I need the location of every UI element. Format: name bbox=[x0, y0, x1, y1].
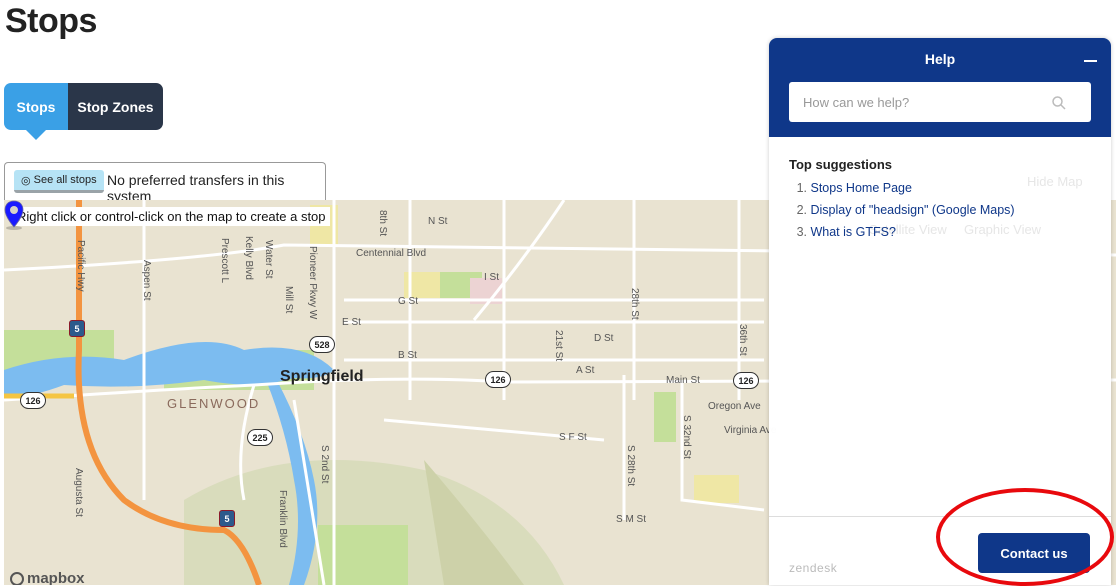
help-title: Help bbox=[924, 51, 956, 67]
map-hint: Right click or control-click on the map … bbox=[13, 207, 330, 226]
see-all-stops-button[interactable]: ◎ See all stops bbox=[14, 170, 104, 193]
street-label: Aspen St bbox=[141, 260, 152, 301]
search-icon[interactable] bbox=[1052, 96, 1066, 110]
street-label: Centennial Blvd bbox=[356, 248, 427, 259]
street-label: A St bbox=[576, 365, 595, 376]
street-label: G St bbox=[398, 296, 419, 307]
mapbox-logo-icon bbox=[10, 571, 24, 585]
mapbox-attribution[interactable]: mapbox bbox=[10, 570, 85, 585]
interstate-shield: 5 bbox=[219, 510, 235, 527]
suggestion-number: 1. bbox=[796, 181, 807, 195]
street-label: 28th St bbox=[629, 288, 640, 320]
suggestion-link[interactable]: What is GTFS? bbox=[810, 225, 895, 239]
street-label: S 28th St bbox=[625, 445, 636, 487]
street-label: S F St bbox=[559, 432, 587, 443]
park-area bbox=[654, 392, 676, 442]
street-label: S M St bbox=[616, 514, 647, 525]
highway-shield: 225 bbox=[247, 429, 273, 446]
help-widget: Help Hide Map Satellite View Graphic Vie… bbox=[769, 38, 1111, 585]
stop-marker-icon[interactable] bbox=[4, 200, 24, 230]
suggestion-link[interactable]: Display of "headsign" (Google Maps) bbox=[810, 203, 1014, 217]
suggestion-link[interactable]: Stops Home Page bbox=[810, 181, 911, 195]
district-label: GLENWOOD bbox=[167, 396, 261, 411]
suggestion-number: 3. bbox=[796, 225, 807, 239]
help-body: Top suggestions 1. Stops Home Page 2. Di… bbox=[769, 137, 1111, 263]
help-footer: zendesk Contact us bbox=[769, 516, 1111, 585]
park-area bbox=[318, 525, 408, 585]
see-all-stops-label: See all stops bbox=[33, 174, 97, 186]
street-label: N St bbox=[428, 216, 448, 227]
mapbox-label: mapbox bbox=[27, 570, 85, 585]
street-label: S 32nd St bbox=[681, 415, 692, 459]
minimize-icon[interactable] bbox=[1084, 60, 1097, 62]
street-label: 36th St bbox=[737, 324, 748, 356]
suggestion-item: 3. What is GTFS? bbox=[789, 221, 1091, 243]
street-label: 8th St bbox=[377, 210, 388, 237]
interstate-shield: 5 bbox=[69, 320, 85, 337]
page-title: Stops bbox=[5, 2, 97, 40]
highway-shield: 126 bbox=[485, 371, 511, 388]
street-label: E St bbox=[342, 317, 361, 328]
street-label: Pioneer Pkwy W bbox=[307, 246, 318, 320]
help-search-input[interactable] bbox=[789, 82, 1091, 122]
view-tabs: Stops Stop Zones bbox=[4, 83, 163, 140]
highway-shield: 126 bbox=[20, 392, 46, 409]
tab-stops[interactable]: Stops bbox=[4, 83, 68, 140]
street-label: D St bbox=[594, 333, 614, 344]
help-header: Help bbox=[769, 38, 1111, 137]
highway-shield: 528 bbox=[309, 336, 335, 353]
city-label: Springfield bbox=[280, 368, 364, 385]
highway-shield: 126 bbox=[733, 372, 759, 389]
street-label: Main St bbox=[666, 375, 700, 386]
street-label: Prescott L bbox=[219, 238, 230, 284]
street-label: Mill St bbox=[283, 286, 294, 314]
street-label: Kelly Blvd bbox=[243, 236, 254, 280]
eye-icon: ◎ bbox=[21, 174, 31, 187]
street-label: Water St bbox=[263, 240, 274, 279]
street-label: Augusta St bbox=[73, 468, 84, 517]
street-label: S 2nd St bbox=[319, 445, 330, 484]
suggestions-list: 1. Stops Home Page 2. Display of "headsi… bbox=[789, 177, 1091, 243]
street-label: B St bbox=[398, 350, 417, 361]
street-label: Oregon Ave bbox=[708, 401, 761, 412]
suggestions-heading: Top suggestions bbox=[789, 157, 893, 172]
school-area bbox=[694, 475, 739, 503]
tab-stop-zones[interactable]: Stop Zones bbox=[68, 83, 163, 130]
suggestion-item: 2. Display of "headsign" (Google Maps) bbox=[789, 199, 1091, 221]
street-label: 21st St bbox=[553, 330, 564, 362]
street-label: Pacific Hwy bbox=[75, 240, 86, 292]
street-label: Franklin Blvd bbox=[277, 490, 288, 548]
info-bar: ◎ See all stops No preferred transfers i… bbox=[4, 162, 326, 204]
suggestion-number: 2. bbox=[796, 203, 807, 217]
zendesk-branding[interactable]: zendesk bbox=[789, 561, 837, 575]
street-label: I St bbox=[484, 272, 500, 283]
contact-us-button[interactable]: Contact us bbox=[978, 533, 1090, 573]
suggestion-item: 1. Stops Home Page bbox=[789, 177, 1091, 199]
